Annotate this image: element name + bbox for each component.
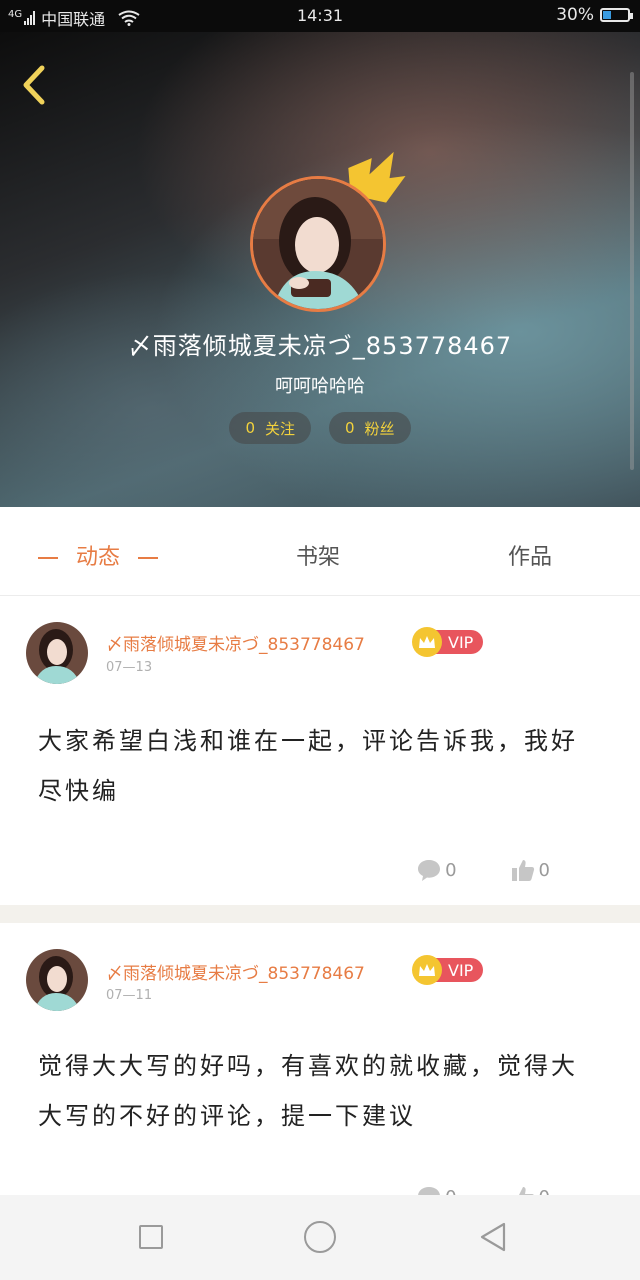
recent-apps-button[interactable] bbox=[139, 1225, 163, 1249]
home-button[interactable] bbox=[304, 1221, 336, 1253]
following-count: 0 bbox=[245, 419, 255, 437]
following-button[interactable]: 0 关注 bbox=[229, 412, 311, 444]
avatar-image bbox=[26, 622, 88, 684]
tab-bookshelf-label: 书架 bbox=[296, 545, 341, 570]
post-actions: 0 0 bbox=[417, 1185, 550, 1195]
fans-count: 0 bbox=[345, 419, 355, 437]
profile-header: 〆雨落倾城夏未凉づ_853778467 呵呵哈哈哈 0 关注 0 粉丝 bbox=[0, 32, 640, 507]
tab-works[interactable]: 作品 bbox=[508, 539, 552, 571]
profile-signature: 呵呵哈哈哈 bbox=[275, 376, 365, 397]
post-author-name[interactable]: 〆雨落倾城夏未凉づ_853778467 bbox=[106, 630, 365, 655]
avatar-image bbox=[26, 949, 88, 1011]
like-button[interactable]: 0 bbox=[511, 858, 550, 882]
vip-badge: VIP bbox=[412, 955, 484, 985]
profile-tabs: 动态 书架 作品 bbox=[0, 507, 640, 596]
tab-active-dash-right bbox=[138, 557, 159, 559]
post-card[interactable]: 〆雨落倾城夏未凉づ_853778467 VIP 07—11 觉得大大写的好吗，有… bbox=[0, 923, 640, 1195]
system-nav-bar bbox=[0, 1195, 640, 1280]
back-chevron-icon[interactable] bbox=[14, 60, 54, 110]
like-count: 0 bbox=[539, 1187, 550, 1196]
fans-label: 粉丝 bbox=[364, 419, 395, 438]
avatar-image bbox=[253, 179, 383, 309]
vip-crown-icon bbox=[412, 955, 442, 985]
tab-dynamics-label: 动态 bbox=[76, 545, 121, 570]
battery-percent: 30% bbox=[556, 5, 594, 25]
tab-works-label: 作品 bbox=[508, 545, 553, 570]
profile-username: 〆雨落倾城夏未凉づ_853778467 bbox=[127, 332, 513, 360]
post-date: 07—11 bbox=[106, 988, 153, 1003]
comment-icon bbox=[418, 1187, 440, 1195]
battery-level bbox=[603, 11, 611, 19]
clock: 14:31 bbox=[296, 6, 344, 25]
vip-crown-icon bbox=[412, 627, 442, 657]
comment-icon bbox=[418, 860, 441, 881]
thumbs-up-icon bbox=[518, 1187, 534, 1195]
scroll-indicator bbox=[630, 72, 634, 470]
post-author-avatar[interactable] bbox=[26, 949, 88, 1011]
following-label: 关注 bbox=[264, 419, 295, 438]
battery-icon bbox=[600, 8, 633, 22]
vip-badge: VIP bbox=[412, 627, 484, 657]
status-bar: 4G 中国联通 14:31 30% bbox=[0, 0, 640, 32]
thumbs-up-icon bbox=[511, 860, 534, 881]
comment-count: 0 bbox=[445, 1187, 456, 1196]
post-content: 大家希望白浅和谁在一起，评论告诉我，我好尽快编 bbox=[38, 727, 578, 805]
post-content: 觉得大大写的好吗，有喜欢的就收藏，觉得大大写的不好的评论，提一下建议 bbox=[38, 1052, 578, 1130]
post-author-name[interactable]: 〆雨落倾城夏未凉づ_853778467 bbox=[106, 959, 365, 984]
post-actions: 0 0 bbox=[417, 858, 550, 882]
comment-button[interactable]: 0 bbox=[417, 1185, 457, 1196]
tab-bookshelf[interactable]: 书架 bbox=[296, 539, 340, 571]
comment-count: 0 bbox=[445, 859, 457, 881]
fans-button[interactable]: 0 粉丝 bbox=[329, 412, 411, 444]
post-date: 07—13 bbox=[106, 660, 153, 675]
post-separator bbox=[0, 905, 640, 923]
comment-button[interactable]: 0 bbox=[417, 858, 457, 882]
post-card[interactable]: 〆雨落倾城夏未凉づ_853778467 VIP 07—13 大家希望白浅和谁在一… bbox=[0, 596, 640, 904]
like-count: 0 bbox=[538, 859, 550, 881]
tab-active-dash-left bbox=[38, 557, 58, 559]
tab-dynamics[interactable]: 动态 bbox=[38, 539, 176, 571]
nav-back-triangle-icon[interactable] bbox=[478, 1221, 508, 1253]
profile-avatar[interactable] bbox=[250, 176, 386, 312]
post-author-avatar[interactable] bbox=[26, 622, 88, 684]
like-button[interactable]: 0 bbox=[511, 1185, 550, 1195]
